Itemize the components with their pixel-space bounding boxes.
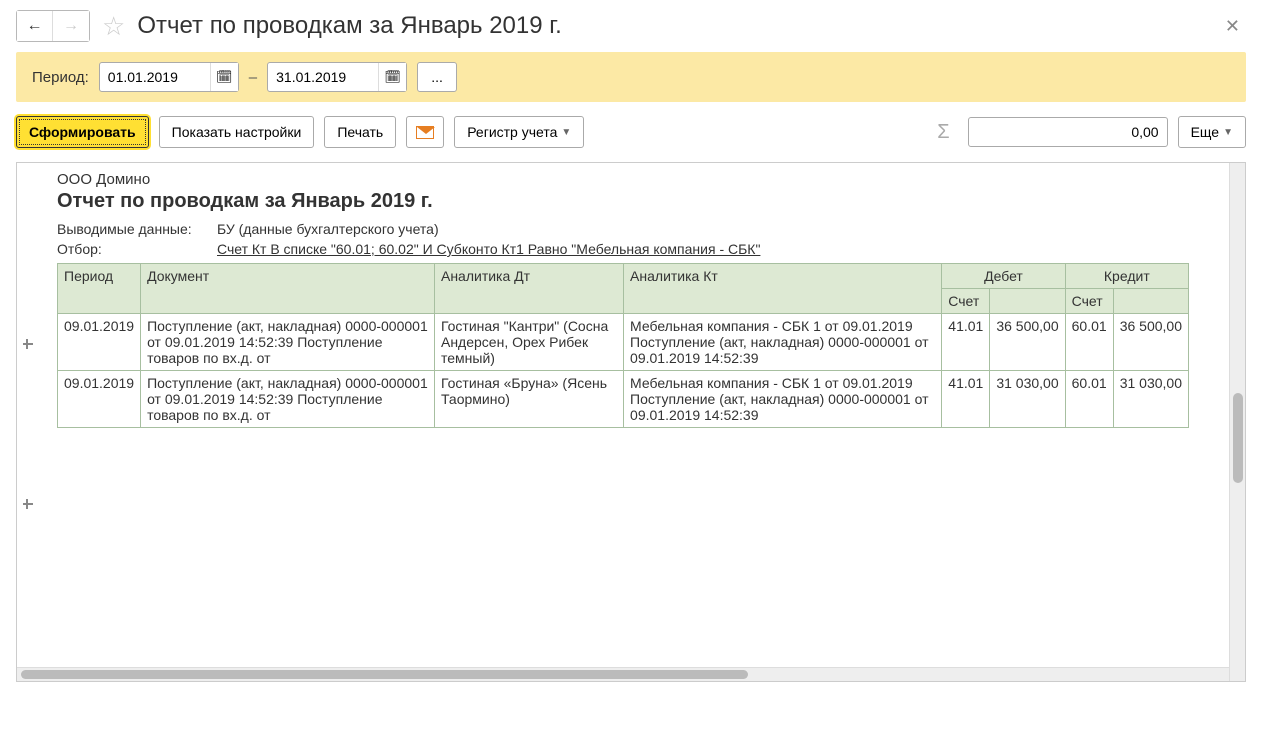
cell-kt-acc: 60.01 (1065, 371, 1113, 428)
cell-dt-sum: 36 500,00 (990, 314, 1065, 371)
report-area: ООО Домино Отчет по проводкам за Январь … (16, 162, 1246, 682)
back-button[interactable]: ← (17, 11, 53, 41)
horizontal-scroll-thumb[interactable] (21, 670, 748, 679)
nav-buttons: ← → (16, 10, 90, 42)
expand-marker[interactable] (23, 503, 33, 505)
register-label: Регистр учета (467, 124, 557, 140)
cell-dt-acc: 41.01 (942, 371, 990, 428)
cell-an-kt: Мебельная компания - СБК 1 от 09.01.2019… (624, 314, 942, 371)
period-picker-button[interactable]: ... (417, 62, 457, 92)
period-panel: Период: 🗓 – 🗓 ... (16, 52, 1246, 102)
mail-icon (416, 126, 434, 139)
toolbar: Сформировать Показать настройки Печать Р… (0, 102, 1262, 162)
period-separator: – (249, 69, 257, 86)
period-label: Период: (32, 69, 89, 86)
cell-an-dt: Гостиная "Кантри" (Сосна Андерсен, Орех … (434, 314, 623, 371)
more-button[interactable]: Еще ▼ (1178, 116, 1246, 148)
output-data-label: Выводимые данные: (57, 221, 217, 237)
output-data-value: БУ (данные бухгалтерского учета) (217, 221, 439, 237)
sum-icon: Σ (929, 121, 957, 144)
col-credit: Кредит (1065, 264, 1188, 289)
col-period: Период (58, 264, 141, 314)
cell-kt-acc: 60.01 (1065, 314, 1113, 371)
col-analytic-dt: Аналитика Дт (434, 264, 623, 314)
favorite-icon[interactable]: ☆ (102, 11, 125, 42)
col-debit-account: Счет (942, 289, 990, 314)
cell-dt-sum: 31 030,00 (990, 371, 1065, 428)
cell-an-dt: Гостиная «Бруна» (Ясень Таормино) (434, 371, 623, 428)
cell-period: 09.01.2019 (58, 371, 141, 428)
form-button[interactable]: Сформировать (16, 116, 149, 148)
calendar-icon[interactable]: 🗓 (378, 63, 406, 91)
col-credit-sum (1113, 289, 1188, 314)
date-from-input[interactable] (100, 69, 210, 85)
report-table: Период Документ Аналитика Дт Аналитика К… (57, 263, 1189, 428)
vertical-scroll-thumb[interactable] (1233, 393, 1243, 483)
date-to-field: 🗓 (267, 62, 407, 92)
date-to-input[interactable] (268, 69, 378, 85)
col-debit-sum (990, 289, 1065, 314)
cell-dt-acc: 41.01 (942, 314, 990, 371)
show-settings-button[interactable]: Показать настройки (159, 116, 315, 148)
filter-value: Счет Кт В списке "60.01; 60.02" И Субкон… (217, 241, 760, 257)
report-content[interactable]: ООО Домино Отчет по проводкам за Январь … (17, 163, 1229, 681)
calendar-icon[interactable]: 🗓 (210, 63, 238, 91)
col-credit-account: Счет (1065, 289, 1113, 314)
report-title: Отчет по проводкам за Январь 2019 г. (57, 190, 1189, 213)
col-analytic-kt: Аналитика Кт (624, 264, 942, 314)
chevron-down-icon: ▼ (561, 127, 571, 138)
close-icon[interactable]: ✕ (1219, 16, 1246, 37)
vertical-scrollbar[interactable] (1229, 163, 1245, 681)
filter-label: Отбор: (57, 241, 217, 257)
horizontal-scrollbar[interactable] (17, 667, 1229, 681)
page-title: Отчет по проводкам за Январь 2019 г. (137, 12, 561, 40)
table-row[interactable]: 09.01.2019Поступление (акт, накладная) 0… (58, 314, 1189, 371)
cell-period: 09.01.2019 (58, 314, 141, 371)
cell-kt-sum: 36 500,00 (1113, 314, 1188, 371)
sum-input[interactable] (968, 117, 1168, 147)
cell-document: Поступление (акт, накладная) 0000-000001… (141, 371, 435, 428)
forward-button[interactable]: → (53, 11, 89, 41)
col-debit: Дебет (942, 264, 1065, 289)
expand-marker[interactable] (23, 343, 33, 345)
email-button[interactable] (406, 116, 444, 148)
col-document: Документ (141, 264, 435, 314)
outline-column (17, 163, 37, 667)
chevron-down-icon: ▼ (1223, 127, 1233, 138)
cell-an-kt: Мебельная компания - СБК 1 от 09.01.2019… (624, 371, 942, 428)
print-button[interactable]: Печать (324, 116, 396, 148)
date-from-field: 🗓 (99, 62, 239, 92)
register-button[interactable]: Регистр учета ▼ (454, 116, 584, 148)
company-name: ООО Домино (57, 171, 1189, 188)
table-row[interactable]: 09.01.2019Поступление (акт, накладная) 0… (58, 371, 1189, 428)
more-label: Еще (1191, 124, 1220, 140)
cell-kt-sum: 31 030,00 (1113, 371, 1188, 428)
cell-document: Поступление (акт, накладная) 0000-000001… (141, 314, 435, 371)
